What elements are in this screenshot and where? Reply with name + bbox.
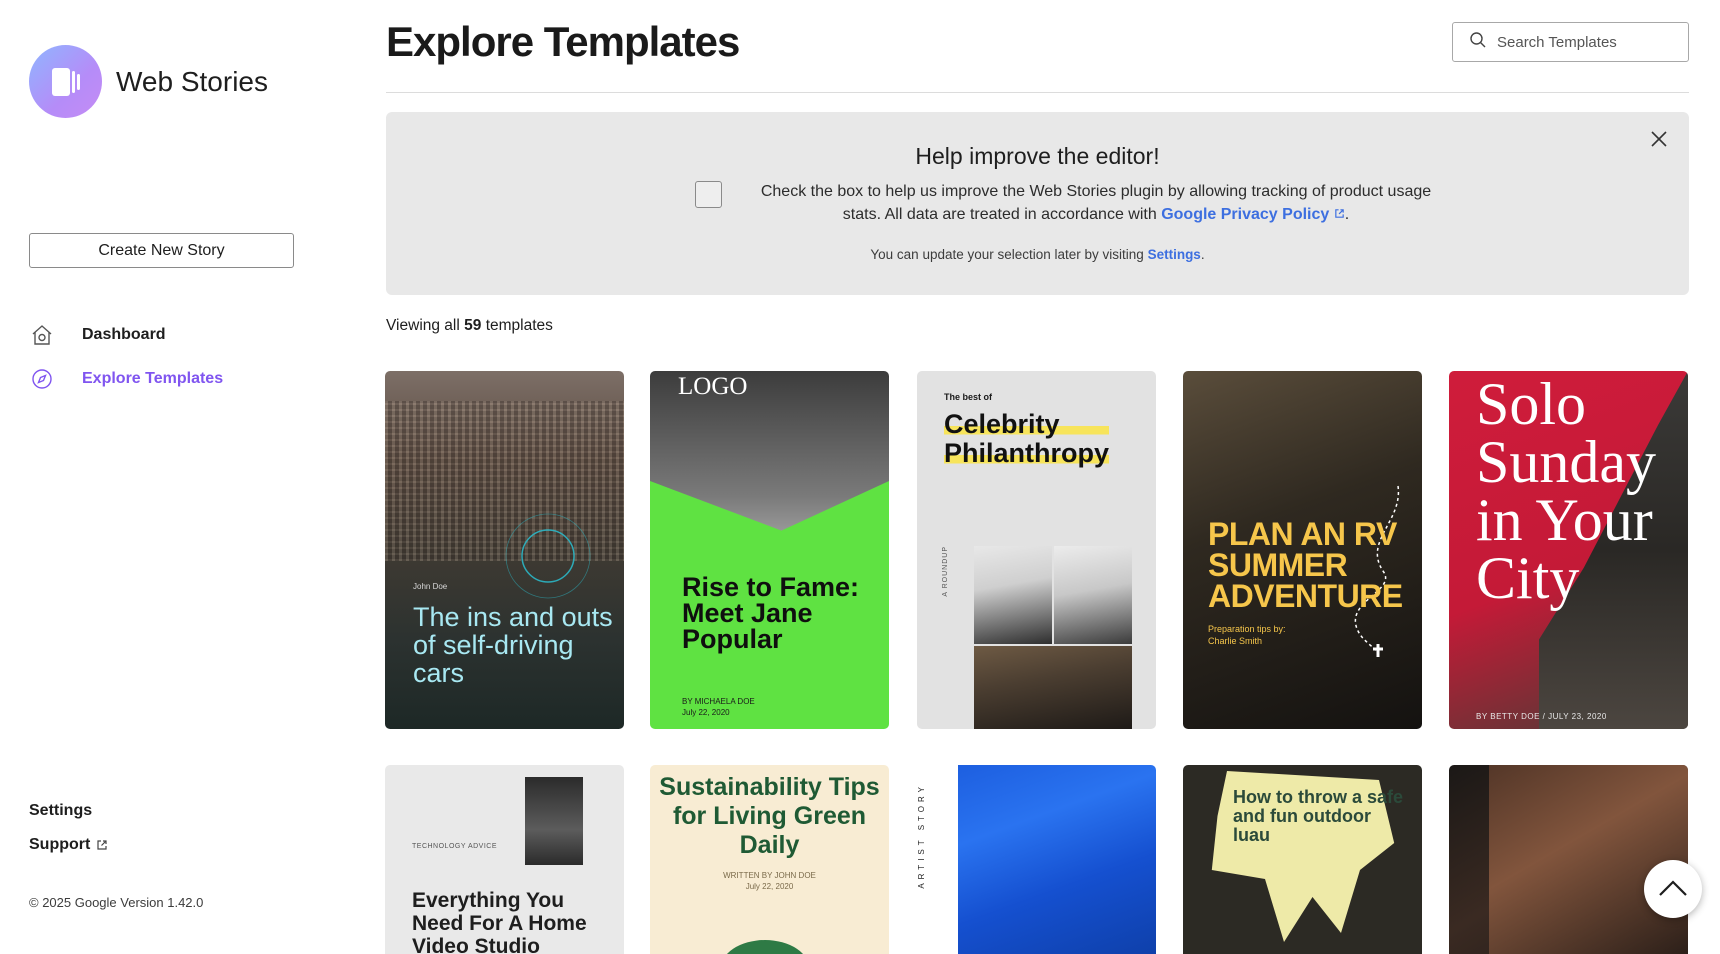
template-side-label: A ROUNDUP [942,546,949,597]
template-author: Charlie Smith [1208,636,1263,646]
template-byline: Preparation tips by: Charlie Smith [1208,623,1286,647]
viewing-count: 59 [464,317,482,334]
template-image [525,777,583,865]
template-logo: LOGO [678,373,748,400]
nav-item-dashboard[interactable]: Dashboard [29,322,166,348]
create-new-story-button[interactable]: Create New Story [29,233,294,268]
banner-subtext-body: You can update your selection later by v… [870,247,1148,262]
banner-subtext: You can update your selection later by v… [386,247,1689,262]
support-label: Support [29,836,91,853]
template-headline: Everything You Need For A Home Video Stu… [412,889,587,954]
nav-label-explore-templates: Explore Templates [82,370,224,387]
template-byline-prefix: Preparation tips by: [1208,624,1286,634]
template-image [974,546,1052,644]
template-card[interactable]: TECHNOLOGY ADVICE Everything You Need Fo… [385,765,624,954]
template-date: July 22, 2020 [745,882,794,891]
template-byline: WRITTEN BY JOHN DOE July 22, 2020 [650,870,889,892]
headline-line-1: Celebrity [944,410,1110,439]
template-author: BY MICHAELA DOE [682,697,755,706]
template-image [1054,546,1132,644]
template-card[interactable]: The best of Celebrity Philanthropy A ROU… [917,371,1156,729]
brand[interactable]: Web Stories [29,45,268,118]
template-card[interactable]: LOGO Rise to Fame: Meet Jane Popular BY … [650,371,889,729]
target-rings-icon [505,513,591,599]
settings-inline-link[interactable]: Settings [1148,247,1201,262]
viewing-suffix: templates [485,317,553,334]
banner-text-end: . [1344,206,1350,223]
template-card[interactable] [1449,765,1688,954]
template-image [958,765,1156,954]
external-link-icon [96,839,108,851]
nav-item-explore-templates[interactable]: Explore Templates [29,366,223,392]
template-headline: PLAN AN RV SUMMER ADVENTURE [1208,516,1403,614]
template-author: John Doe [413,582,448,591]
telemetry-banner: Help improve the editor! Check the box t… [386,112,1689,295]
support-link[interactable]: Support [29,836,108,854]
footer-version: © 2025 Google Version 1.42.0 [29,895,204,910]
template-headline: Rise to Fame: Meet Jane Popular [682,572,860,654]
template-headline: Solo Sunday in Your City [1476,371,1656,611]
headline-line-2: Philanthropy [944,438,1110,468]
web-stories-logo-icon [29,45,102,118]
template-kicker: TECHNOLOGY ADVICE [412,843,498,850]
privacy-policy-link[interactable]: Google Privacy Policy [1161,206,1345,223]
template-card[interactable]: Solo Sunday in Your City BY BETTY DOE / … [1449,371,1688,729]
template-headline: The ins and outs of self-driving cars [413,602,613,688]
template-card[interactable]: John Doe The ins and outs of self-drivin… [385,371,624,729]
template-headline: How to throw a safe and fun outdoor luau [1233,787,1404,845]
settings-link[interactable]: Settings [29,802,92,820]
template-author: WRITTEN BY JOHN DOE [723,871,816,880]
template-image [974,646,1132,729]
header-divider [386,92,1689,93]
nav-label-dashboard: Dashboard [82,326,166,343]
template-card[interactable]: Sustainability Tips for Living Green Dai… [650,765,889,954]
sidebar: Web Stories Create New Story Dashboard E… [0,0,330,954]
template-byline: BY MICHAELA DOE July 22, 2020 [682,696,755,718]
settings-label: Settings [29,802,93,819]
globe-shape [720,940,810,954]
template-headline: Sustainability Tips for Living Green Dai… [659,773,880,859]
template-card[interactable]: PLAN AN RV SUMMER ADVENTURE Preparation … [1183,371,1422,729]
template-headline: Celebrity Philanthropy [944,410,1110,468]
template-card[interactable]: How to throw a safe and fun outdoor luau [1183,765,1422,954]
banner-subtext-end: . [1200,247,1205,262]
usage-tracking-checkbox[interactable] [695,181,722,208]
home-icon [29,322,55,348]
banner-text: Check the box to help us improve the Web… [741,180,1451,226]
search-box[interactable] [1452,22,1689,62]
template-card[interactable]: ARTIST STORY [917,765,1156,954]
template-kicker: The best of [944,392,993,402]
template-date: July 22, 2020 [682,708,730,717]
template-count: Viewing all 59 templates [386,317,553,335]
banner-title: Help improve the editor! [915,143,1160,169]
search-input[interactable] [1497,33,1677,51]
compass-icon [29,366,55,392]
page-title: Explore Templates [386,18,740,65]
viewing-prefix: Viewing all [386,317,460,334]
search-icon [1469,31,1487,54]
template-image [1489,765,1688,954]
scroll-to-top-button[interactable] [1644,860,1702,918]
privacy-policy-label: Google Privacy Policy [1161,206,1330,223]
template-byline: BY BETTY DOE / JULY 23, 2020 [1476,712,1607,721]
brand-title: Web Stories [116,65,268,97]
chevron-up-icon [1658,879,1688,900]
template-side-label: ARTIST STORY [917,783,926,889]
external-link-icon [1334,206,1345,223]
